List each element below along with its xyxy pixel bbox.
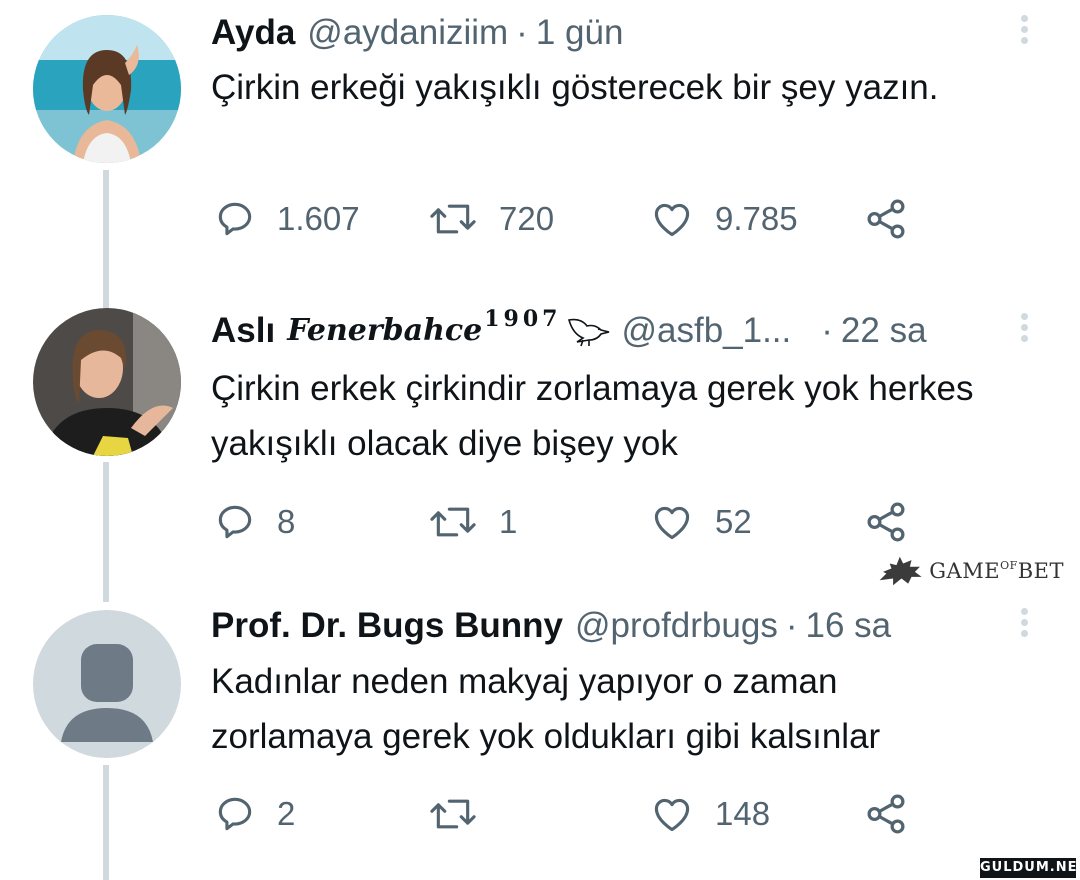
more-icon[interactable] (1016, 605, 1032, 645)
retweet-button[interactable] (427, 789, 499, 839)
user-handle[interactable]: @asfb_1... (621, 311, 791, 351)
tweet-header: Prof. Dr. Bugs Bunny @profdrbugs · 16 sa (211, 606, 891, 646)
separator-dot: · (785, 606, 798, 645)
reply-count: 8 (277, 503, 296, 540)
display-name-number: 1907 (484, 306, 562, 332)
watermark-text: GAMEOFBET (929, 559, 1064, 583)
user-handle[interactable]: @profdrbugs (575, 606, 778, 646)
like-count: 9.785 (715, 200, 798, 237)
reply-button[interactable]: 2 (213, 789, 295, 839)
share-button[interactable] (863, 789, 909, 839)
timestamp[interactable]: 16 sa (805, 606, 891, 646)
tweet-actions: 2 148 (213, 789, 933, 839)
like-button[interactable]: 52 (649, 497, 752, 547)
avatar[interactable] (33, 15, 181, 163)
display-name[interactable]: Prof. Dr. Bugs Bunny (211, 606, 563, 646)
share-icon (867, 502, 905, 542)
reply-button[interactable]: 1.607 (213, 194, 360, 244)
like-count: 148 (715, 795, 771, 832)
reply-count: 2 (277, 795, 296, 832)
tweet-header: Ayda @aydaniziim · 1 gün (211, 13, 623, 53)
display-name[interactable]: Aslı (211, 311, 275, 351)
bird-icon (568, 318, 610, 347)
like-button[interactable]: 148 (649, 789, 770, 839)
tweet-text: Çirkin erkek çirkindir zorlamaya gerek y… (211, 369, 974, 463)
separator-dot: · (516, 13, 528, 52)
share-icon (867, 199, 905, 239)
thread-line (103, 170, 109, 308)
like-icon (654, 506, 690, 540)
user-handle[interactable]: @aydaniziim (307, 13, 508, 53)
avatar[interactable] (33, 308, 181, 456)
wolf-icon (879, 556, 922, 586)
thread-line (103, 462, 109, 602)
tweet-text: Çirkin erkeği yakışıklı gösterecek bir ş… (211, 68, 939, 107)
avatar[interactable] (33, 610, 181, 758)
retweet-count: 720 (499, 200, 555, 237)
retweet-icon (430, 204, 476, 234)
like-count: 52 (715, 503, 752, 540)
retweet-button[interactable]: 720 (427, 194, 554, 244)
share-icon (867, 794, 905, 834)
reply-button[interactable]: 8 (213, 497, 295, 547)
display-name[interactable]: Ayda (211, 13, 295, 53)
retweet-icon (430, 507, 476, 537)
like-button[interactable]: 9.785 (649, 194, 798, 244)
tweet-actions: 1.607 720 9.785 (213, 194, 933, 244)
watermark-gameofbet: GAMEOFBET (878, 551, 1064, 591)
watermark-site: GULDUM.NET (980, 858, 1080, 878)
thread-line (103, 765, 109, 880)
tweet-text: Kadınlar neden makyaj yapıyor o zaman zo… (211, 662, 881, 756)
reply-icon (218, 797, 252, 831)
tweet-header: Aslı Fenerbahce 1907 @asfb_1... · 22 sa (211, 306, 927, 351)
more-icon[interactable] (1016, 310, 1032, 350)
share-button[interactable] (863, 194, 909, 244)
like-icon (654, 798, 690, 832)
reply-count: 1.607 (277, 200, 360, 237)
reply-icon (218, 202, 252, 236)
share-button[interactable] (863, 497, 909, 547)
retweet-count: 1 (499, 503, 518, 540)
retweet-button[interactable]: 1 (427, 497, 517, 547)
more-icon[interactable] (1016, 12, 1032, 52)
tweet-actions: 8 1 52 (213, 497, 933, 547)
like-icon (654, 203, 690, 237)
separator-dot: · (821, 311, 833, 350)
display-name-decoration: Fenerbahce (287, 313, 483, 348)
reply-icon (218, 505, 252, 539)
retweet-icon (430, 799, 476, 829)
timestamp[interactable]: 22 sa (841, 311, 927, 351)
timestamp[interactable]: 1 gün (536, 13, 624, 53)
